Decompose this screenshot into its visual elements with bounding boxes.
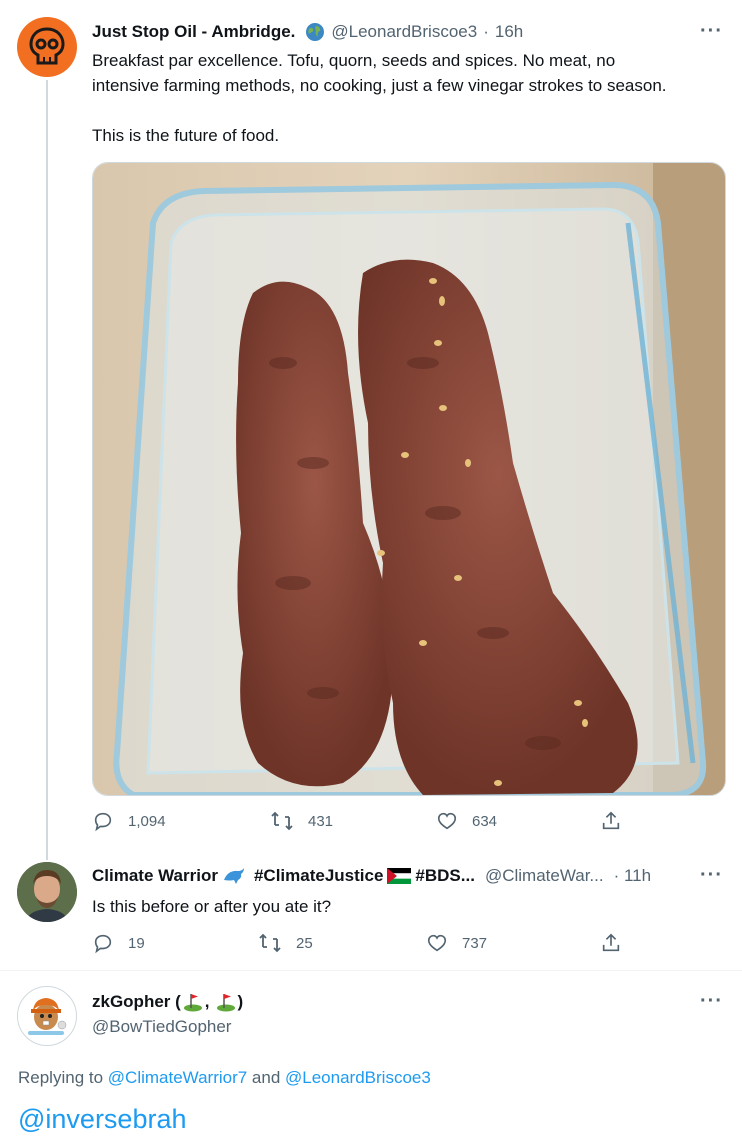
retweet-button[interactable]: 431 [270,810,333,832]
author-name[interactable]: zkGopher ( [92,992,181,1012]
avatar[interactable] [17,862,77,922]
more-options-button[interactable]: ··· [700,864,723,887]
retweet-button[interactable]: 25 [258,932,313,954]
author-name[interactable]: Climate Warrior [92,866,218,886]
author-handle[interactable]: @BowTiedGopher [92,1017,231,1037]
author-handle[interactable]: @ClimateWar... [485,866,604,886]
divider [0,970,742,971]
thread-line [46,80,48,860]
retweet-icon [271,811,293,831]
reply-button[interactable]: 1,094 [92,810,166,832]
share-icon [602,933,620,952]
like-icon [437,812,457,830]
reply-count: 1,094 [128,812,166,830]
tweet-text: Is this before or after you ate it? [92,897,332,916]
profile-photo-image [17,862,77,922]
avatar[interactable] [17,986,77,1046]
replying-to-label: Replying to [18,1068,108,1087]
dolphin-icon [223,868,244,884]
tweet-photo[interactable] [92,162,726,796]
tweet-time[interactable]: · 11h [614,866,652,886]
globe-icon [306,23,325,41]
tweet-text-line: intensive farming methods, no cooking, j… [92,76,667,95]
palestine-flag-icon [387,868,412,884]
like-button[interactable]: 634 [436,810,497,832]
like-button[interactable]: 737 [426,932,487,954]
like-count: 737 [462,934,488,952]
author-handle[interactable]: @LeonardBriscoe3 [331,22,477,42]
retweet-count: 25 [296,934,313,952]
share-icon [602,811,620,830]
replying-and: and [247,1068,286,1087]
gopher-avatar-image [28,998,67,1035]
mention-link[interactable]: @inversebrah [18,1104,187,1135]
reply-button[interactable]: 19 [92,932,145,954]
like-icon [427,934,447,952]
retweet-icon [259,933,281,953]
retweet-count: 431 [308,812,334,830]
food-photo-image [93,163,725,795]
hashtag[interactable]: #ClimateJustice [254,866,383,886]
avatar[interactable] [17,17,77,77]
more-options-button[interactable]: ··· [700,20,723,43]
mention-link[interactable]: @LeonardBriscoe3 [285,1068,431,1087]
tweet-time[interactable]: 16h [495,22,523,42]
golf-flag-icon [216,994,235,1012]
reply-count: 19 [128,934,145,952]
author-name-end: ) [237,992,244,1011]
author-name-separator: , [204,992,210,1011]
author-name[interactable]: Just Stop Oil - Ambridge. [92,22,295,42]
golf-flag-icon [183,994,202,1012]
share-button[interactable] [600,810,622,832]
hashtag[interactable]: #BDS... [415,866,475,886]
mention-link[interactable]: @ClimateWarrior7 [108,1068,247,1087]
skull-logo-icon [29,27,65,65]
tweet-text-line: Breakfast par excellence. Tofu, quorn, s… [92,51,616,70]
reply-icon [94,812,112,832]
like-count: 634 [472,812,498,830]
tweet-text-line: This is the future of food. [92,126,280,145]
share-button[interactable] [600,932,622,954]
reply-icon [94,934,112,954]
more-options-button[interactable]: ··· [700,990,723,1013]
